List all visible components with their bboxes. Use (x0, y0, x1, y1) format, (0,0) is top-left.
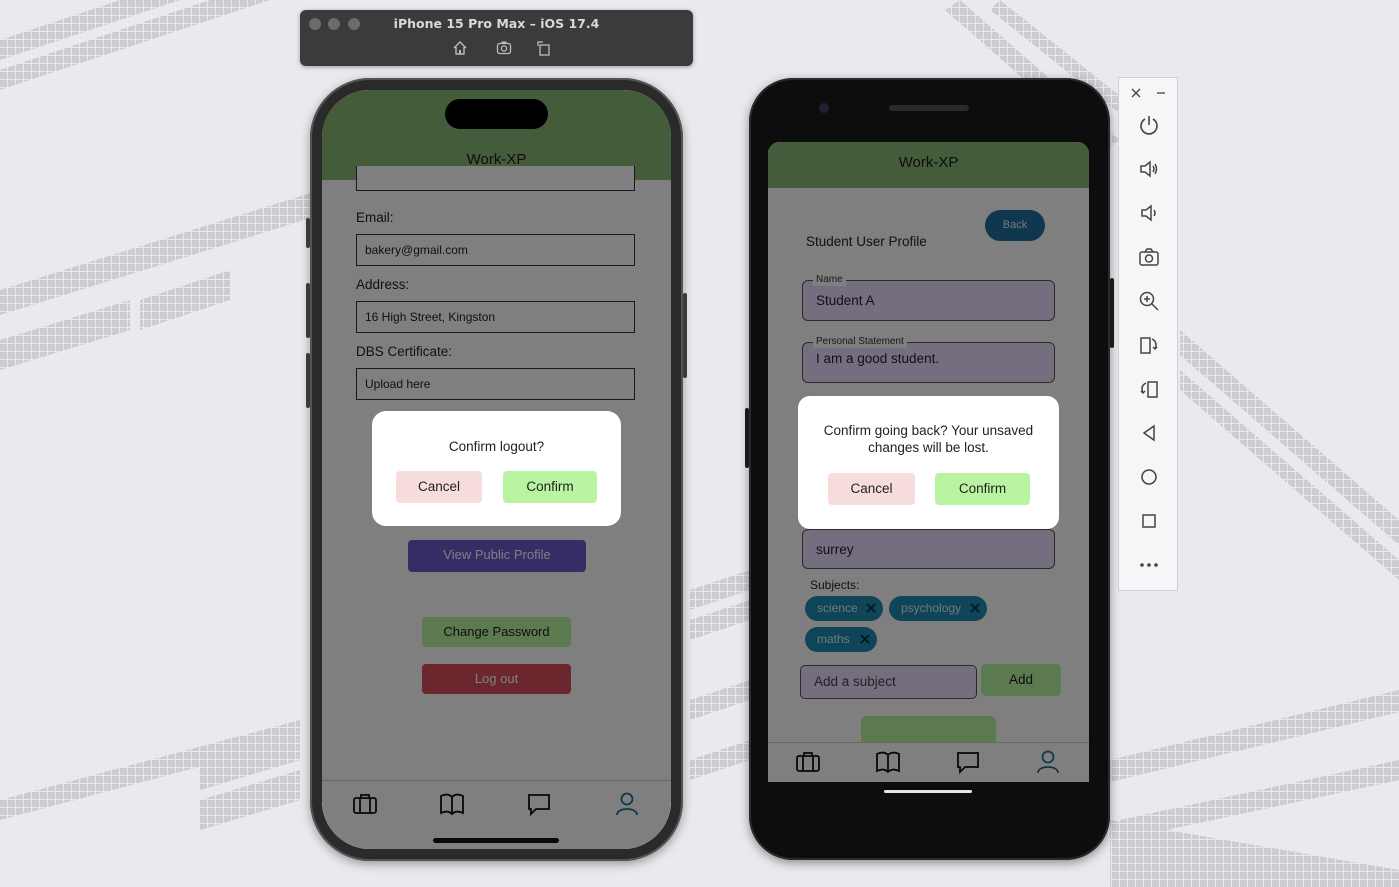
screenshot-icon[interactable] (496, 40, 512, 56)
volume-down-icon[interactable] (1138, 202, 1160, 224)
gesture-bar[interactable] (884, 790, 972, 793)
confirm-button[interactable]: Confirm (503, 471, 597, 503)
minimize-icon[interactable] (1156, 88, 1166, 98)
rotate-icon[interactable] (536, 40, 552, 56)
confirm-button[interactable]: Confirm (935, 473, 1030, 505)
emulator-toolbar (1118, 77, 1178, 591)
dialog-message: Confirm logout? (448, 439, 545, 454)
modal-backdrop-tabbar[interactable] (768, 742, 1089, 782)
iphone-device-frame: Work-XP Email: bakery@gmail.com Address:… (306, 78, 687, 861)
rotate-left-icon[interactable] (1138, 334, 1160, 356)
android-screen: Work-XP Back Student User Profile Name S… (768, 142, 1089, 782)
earpiece-speaker (889, 105, 969, 111)
overview-icon[interactable] (1138, 510, 1160, 532)
home-icon[interactable] (452, 40, 468, 56)
android-device-frame: Work-XP Back Student User Profile Name S… (745, 78, 1114, 860)
more-icon[interactable] (1138, 554, 1160, 576)
cancel-button[interactable]: Cancel (828, 473, 915, 505)
zoom-icon[interactable] (1138, 290, 1160, 312)
front-camera (819, 103, 829, 113)
volume-up-icon[interactable] (1138, 158, 1160, 180)
volume-up-button[interactable] (306, 283, 310, 338)
unsaved-changes-dialog: Confirm going back? Your unsaved changes… (798, 396, 1059, 529)
side-power-button[interactable] (683, 293, 687, 378)
dialog-message: Confirm going back? Your unsaved changes… (823, 423, 1034, 455)
action-button[interactable] (306, 218, 310, 248)
back-icon[interactable] (1138, 422, 1160, 444)
power-icon[interactable] (1138, 114, 1160, 136)
ios-screen: Work-XP Email: bakery@gmail.com Address:… (322, 90, 671, 849)
power-button[interactable] (1110, 278, 1114, 348)
desktop-wallpaper (0, 0, 1399, 887)
volume-rocker[interactable] (745, 408, 749, 468)
cancel-button[interactable]: Cancel (396, 471, 482, 503)
logout-dialog: Confirm logout? Cancel Confirm (372, 411, 621, 526)
simulator-title: iPhone 15 Pro Max – iOS 17.4 (393, 16, 600, 31)
simulator-toolbar: iPhone 15 Pro Max – iOS 17.4 (300, 10, 693, 66)
camera-icon[interactable] (1138, 246, 1160, 268)
rotate-right-icon[interactable] (1138, 378, 1160, 400)
home-icon[interactable] (1138, 466, 1160, 488)
volume-down-button[interactable] (306, 353, 310, 408)
close-icon[interactable] (1131, 88, 1141, 98)
